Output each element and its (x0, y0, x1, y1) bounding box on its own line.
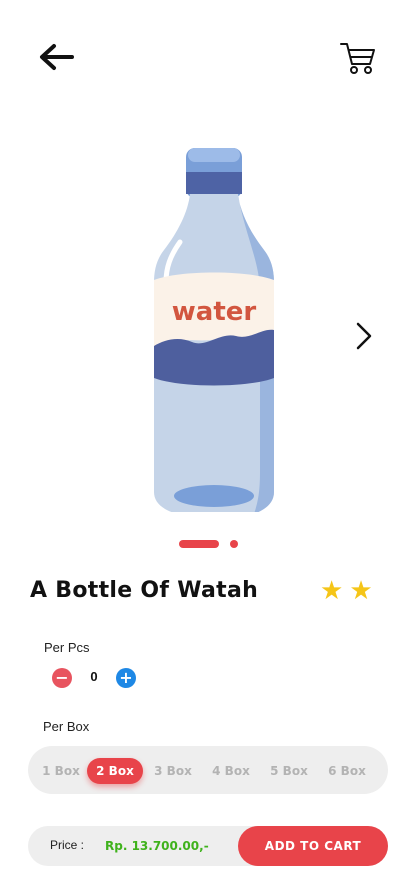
carousel-indicator (0, 538, 414, 550)
svg-text:water: water (172, 297, 257, 327)
price-value: Rp. 13.700.00,- (105, 839, 209, 853)
product-image-carousel[interactable]: water (0, 120, 414, 520)
per-pcs-label: Per Pcs (44, 640, 90, 655)
quantity-value: 0 (90, 669, 98, 684)
chevron-right-icon (356, 322, 372, 350)
box-option[interactable]: 3 Box (150, 758, 196, 784)
box-option[interactable]: 4 Box (208, 758, 254, 784)
box-option[interactable]: 5 Box (266, 758, 312, 784)
box-option[interactable]: 6 Box (324, 758, 370, 784)
water-bottle-image: water (154, 148, 274, 512)
add-to-cart-button[interactable]: ADD TO CART (238, 826, 388, 866)
decrement-button[interactable]: − (52, 668, 72, 688)
increment-button[interactable]: + (116, 668, 136, 688)
box-option[interactable]: 1 Box (38, 758, 84, 784)
arrow-left-icon (40, 44, 74, 70)
next-image-button[interactable] (348, 320, 380, 352)
price-bar: Price : Rp. 13.700.00,- ADD TO CART (28, 826, 388, 866)
box-option-selected[interactable]: 2 Box (87, 758, 143, 784)
per-box-label: Per Box (43, 719, 90, 734)
carousel-dot-active[interactable] (179, 540, 219, 548)
product-title: A Bottle Of Watah (30, 578, 259, 603)
back-button[interactable] (36, 40, 76, 74)
quantity-stepper: − 0 + (52, 667, 142, 689)
price-label: Price : (50, 838, 85, 852)
cart-button[interactable] (338, 40, 376, 76)
top-bar (0, 0, 414, 110)
star-icon: ★ (349, 576, 373, 606)
shopping-cart-icon (340, 43, 375, 74)
box-quantity-selector: 1 Box 2 Box 3 Box 4 Box 5 Box 6 Box (28, 746, 388, 794)
carousel-dot[interactable] (230, 540, 238, 548)
product-rating: ★ ★ (320, 576, 373, 606)
star-icon: ★ (320, 576, 344, 606)
